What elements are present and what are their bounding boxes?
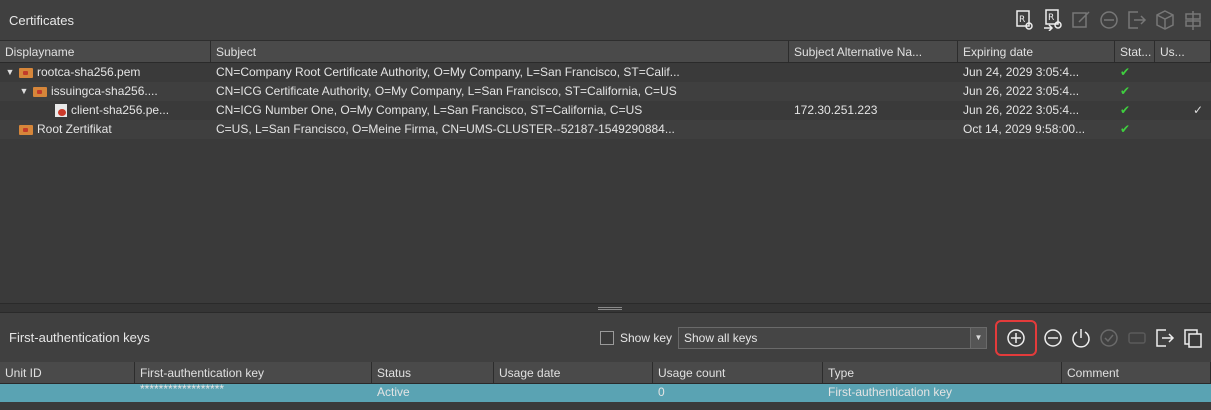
cert-san bbox=[789, 63, 958, 82]
certificates-panel: Certificates R R Displayname Subject Sub… bbox=[0, 0, 1211, 303]
cert-subject: CN=ICG Number One, O=My Company, L=San F… bbox=[216, 103, 643, 117]
cert-expiry: Oct 14, 2029 9:58:00... bbox=[963, 122, 1086, 136]
cert-subject: CN=Company Root Certificate Authority, O… bbox=[216, 65, 680, 79]
column-header-subject-alt-name[interactable]: Subject Alternative Na... bbox=[789, 41, 958, 62]
table-row[interactable]: ▼ rootca-sha256.pem CN=Company Root Certi… bbox=[0, 63, 1211, 82]
column-header-used[interactable]: Us... bbox=[1155, 41, 1211, 62]
table-row[interactable]: client-sha256.pe... CN=ICG Number One, O… bbox=[0, 101, 1211, 120]
comment-icon bbox=[1125, 326, 1149, 350]
cert-expiry: Jun 26, 2022 3:05:4... bbox=[963, 84, 1080, 98]
signpost-icon bbox=[1181, 8, 1205, 32]
cert-name: Root Zertifikat bbox=[37, 122, 112, 136]
certificates-toolbar: R R bbox=[1013, 8, 1211, 32]
key-comment bbox=[1062, 384, 1211, 402]
splitter-grip-icon[interactable] bbox=[598, 307, 622, 310]
remove-key-icon[interactable] bbox=[1041, 326, 1065, 350]
status-check-icon: ✔ bbox=[1120, 103, 1131, 117]
column-header-usage-count[interactable]: Usage count bbox=[653, 362, 823, 383]
expand-triangle-icon[interactable]: ▼ bbox=[19, 82, 29, 101]
add-key-button[interactable] bbox=[995, 319, 1037, 356]
show-key-toggle[interactable]: Show key bbox=[599, 330, 672, 345]
export-icon bbox=[1125, 8, 1149, 32]
used-check-icon: ✓ bbox=[1192, 103, 1203, 117]
chevron-down-icon[interactable]: ▼ bbox=[970, 327, 986, 348]
power-icon[interactable] bbox=[1069, 326, 1093, 350]
remove-icon bbox=[1097, 8, 1121, 32]
export-keys-icon[interactable] bbox=[1153, 326, 1177, 350]
key-filter-select[interactable]: Show all keys ▼ bbox=[678, 326, 987, 349]
export-cert-icon[interactable]: R bbox=[1041, 8, 1065, 32]
cert-expiry: Jun 24, 2029 3:05:4... bbox=[963, 65, 1080, 79]
column-header-displayname[interactable]: Displayname bbox=[0, 41, 211, 62]
column-header-subject[interactable]: Subject bbox=[211, 41, 789, 62]
add-icon bbox=[1007, 328, 1025, 347]
panel-splitter[interactable] bbox=[0, 303, 1211, 313]
column-header-type[interactable]: Type bbox=[823, 362, 1062, 383]
status-check-icon: ✔ bbox=[1120, 122, 1131, 136]
column-header-first-auth-key[interactable]: First-authentication key bbox=[135, 362, 372, 383]
approve-icon bbox=[1097, 326, 1121, 350]
expand-triangle-icon[interactable]: ▼ bbox=[5, 63, 15, 82]
first-auth-keys-panel: First-authentication keys Show key Show … bbox=[0, 313, 1211, 410]
cert-name: rootca-sha256.pem bbox=[37, 65, 141, 79]
key-unit-id bbox=[0, 384, 135, 402]
cert-san bbox=[789, 82, 958, 101]
cert-name: issuingca-sha256.... bbox=[51, 84, 158, 98]
used-check-icon bbox=[1155, 82, 1211, 101]
cert-san bbox=[789, 120, 958, 139]
svg-text:R: R bbox=[1048, 13, 1054, 23]
first-auth-keys-toolbar: First-authentication keys Show key Show … bbox=[0, 313, 1211, 362]
cert-san: 172.30.251.223 bbox=[794, 103, 878, 117]
key-value: ****************** bbox=[140, 384, 225, 396]
key-filter-value: Show all keys bbox=[684, 330, 758, 345]
status-check-icon: ✔ bbox=[1120, 84, 1131, 98]
key-usage-date bbox=[494, 384, 653, 402]
cert-name: client-sha256.pe... bbox=[71, 103, 170, 117]
client-cert-icon bbox=[55, 104, 67, 117]
certificates-title: Certificates bbox=[9, 12, 75, 28]
certificates-table-header: Displayname Subject Subject Alternative … bbox=[0, 41, 1211, 63]
column-header-unit-id[interactable]: Unit ID bbox=[0, 362, 135, 383]
key-type: First-authentication key bbox=[828, 385, 953, 399]
column-header-expiring-date[interactable]: Expiring date bbox=[958, 41, 1115, 62]
cert-folder-icon bbox=[19, 124, 33, 135]
keys-table-header: Unit ID First-authentication key Status … bbox=[0, 362, 1211, 384]
column-header-status[interactable]: Status bbox=[372, 362, 494, 383]
copy-icon[interactable] bbox=[1181, 326, 1205, 350]
first-auth-keys-title: First-authentication keys bbox=[9, 330, 150, 345]
table-row[interactable]: ****************** Active 0 First-authen… bbox=[0, 384, 1211, 402]
cert-folder-icon bbox=[33, 86, 47, 97]
edit-cert-icon bbox=[1069, 8, 1093, 32]
certificates-table-body: ▼ rootca-sha256.pem CN=Company Root Certi… bbox=[0, 63, 1211, 139]
show-key-label: Show key bbox=[619, 330, 672, 345]
status-check-icon: ✔ bbox=[1120, 65, 1131, 79]
column-header-usage-date[interactable]: Usage date bbox=[494, 362, 653, 383]
package-icon bbox=[1153, 8, 1177, 32]
table-row[interactable]: ▼ issuingca-sha256.... CN=ICG Certificate… bbox=[0, 82, 1211, 101]
column-header-comment[interactable]: Comment bbox=[1062, 362, 1211, 383]
import-cert-icon[interactable]: R bbox=[1013, 8, 1037, 32]
table-row[interactable]: Root Zertifikat C=US, L=San Francisco, O… bbox=[0, 120, 1211, 139]
svg-text:R: R bbox=[1019, 15, 1025, 25]
key-usage-count: 0 bbox=[658, 385, 665, 399]
used-check-icon bbox=[1155, 63, 1211, 82]
certificates-titlebar: Certificates R R bbox=[0, 0, 1211, 41]
used-check-icon bbox=[1155, 120, 1211, 139]
show-key-checkbox[interactable] bbox=[599, 330, 614, 345]
key-status: Active bbox=[377, 385, 410, 399]
cert-expiry: Jun 26, 2022 3:05:4... bbox=[963, 103, 1080, 117]
cert-subject: CN=ICG Certificate Authority, O=My Compa… bbox=[216, 84, 677, 98]
cert-subject: C=US, L=San Francisco, O=Meine Firma, CN… bbox=[216, 122, 675, 136]
column-header-status[interactable]: Stat... bbox=[1115, 41, 1155, 62]
cert-folder-icon bbox=[19, 67, 33, 78]
